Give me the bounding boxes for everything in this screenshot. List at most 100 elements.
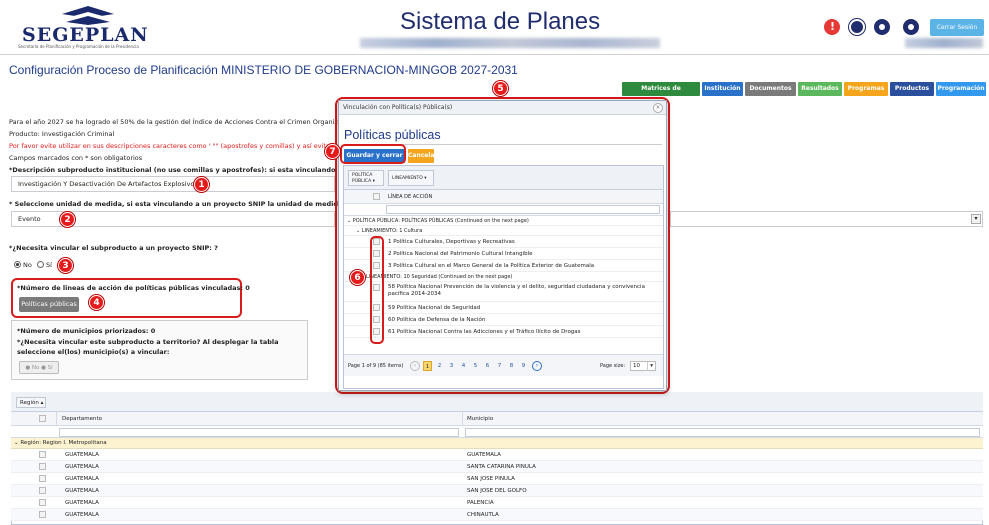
page-1-button[interactable]: 1 xyxy=(423,361,432,371)
cell-municipio: GUATEMALA xyxy=(467,452,501,458)
page-4-button[interactable]: 4 xyxy=(459,361,468,371)
page-2-button[interactable]: 2 xyxy=(435,361,444,371)
page-title: Configuración Proceso de Planificación M… xyxy=(9,63,518,77)
cell-municipio: PALENCIA xyxy=(467,500,494,506)
row-checkbox[interactable] xyxy=(39,451,46,458)
col-header-departamento[interactable]: Departamento xyxy=(62,416,102,422)
nav-productos-button[interactable]: Productos xyxy=(890,82,934,96)
settings-icon[interactable] xyxy=(903,19,919,35)
policy-item: 59 Política Nacional de Seguridad xyxy=(388,305,481,311)
page-7-button[interactable]: 7 xyxy=(495,361,504,371)
warning-text: Por favor evite utilizar en sus descripc… xyxy=(9,142,358,150)
policy-select-all-checkbox[interactable] xyxy=(373,193,380,200)
nav-resultados-button[interactable]: Resultados xyxy=(798,82,842,96)
cell-municipio: CHINAUTLA xyxy=(467,512,499,518)
cell-municipio: SAN JOSE DEL GOLFO xyxy=(467,488,527,494)
nav-programacion-button[interactable]: Programación xyxy=(936,82,986,96)
snip-si-radio[interactable] xyxy=(37,261,44,268)
required-note: Campos marcados con * son obligatorios xyxy=(9,154,143,162)
cell-municipio: SANTA CATARINA PINULA xyxy=(467,464,536,470)
cell-departamento: GUATEMALA xyxy=(65,464,99,470)
nav-programas-button[interactable]: Programas xyxy=(844,82,888,96)
page-size-select[interactable]: 10 ▾ xyxy=(630,361,656,371)
policy-item: 1 Política Culturales, Deportivas y Recr… xyxy=(388,239,515,245)
col-header-municipio[interactable]: Municipio xyxy=(467,416,493,422)
group-lin10-label: LINEAMIENTO: 10 Seguridad (Continued on … xyxy=(366,274,513,280)
select-all-checkbox[interactable] xyxy=(39,415,46,422)
page-5-button[interactable]: 5 xyxy=(471,361,480,371)
annotation-badge-3: 3 xyxy=(58,258,73,273)
territory-label-1: *¿Necesita vincular este subproducto a t… xyxy=(17,338,279,346)
policy-item: 60 Política de Defensa de la Nación xyxy=(388,317,486,323)
filter-departamento-input[interactable] xyxy=(59,428,459,437)
messages-icon[interactable] xyxy=(849,19,865,35)
region-group-row[interactable] xyxy=(11,438,983,449)
policy-item: 61 Política Nacional Contra las Adiccion… xyxy=(388,329,581,335)
group-chip-politica[interactable]: POLÍTICA PÚBLICA ▾ xyxy=(348,170,384,186)
cell-departamento: GUATEMALA xyxy=(65,452,99,458)
snip-si-label: Sí xyxy=(46,261,52,269)
row-checkbox[interactable] xyxy=(39,475,46,482)
nav-institucion-button[interactable]: Institución xyxy=(702,82,743,96)
annotation-badge-5: 5 xyxy=(493,81,508,96)
policy-filter-input[interactable] xyxy=(386,205,660,214)
intro-text: Para el año 2027 se ha logrado el 50% de… xyxy=(9,118,366,126)
product-label: Producto: Investigación Criminal xyxy=(9,130,115,138)
page-8-button[interactable]: 8 xyxy=(507,361,516,371)
redacted-strip xyxy=(360,38,660,48)
app-title: Sistema de Planes xyxy=(400,8,601,35)
policy-item: 3 Política Cultural en el Marco General … xyxy=(388,263,595,269)
policy-item: 2 Política Nacional del Patrimonio Cultu… xyxy=(388,251,533,257)
annotation-badge-6: 6 xyxy=(350,270,365,285)
filter-municipio-input[interactable] xyxy=(465,428,980,437)
cell-departamento: GUATEMALA xyxy=(65,488,99,494)
group-lin1-label: ⌄ LINEAMIENTO: 1 Cultura xyxy=(356,228,423,234)
alert-icon[interactable] xyxy=(824,19,840,35)
toggle-no-label: No xyxy=(31,365,40,371)
snip-label: *¿Necesita vincular el subproducto a un … xyxy=(9,244,218,252)
description-input[interactable]: Investigación Y Desactivación De Artefac… xyxy=(11,176,335,192)
row-checkbox[interactable] xyxy=(39,511,46,518)
next-page-icon[interactable]: › xyxy=(532,361,542,371)
page-6-button[interactable]: 6 xyxy=(483,361,492,371)
cell-municipio: SAN JOSE PINULA xyxy=(467,476,515,482)
group-chip-lineamiento[interactable]: LINEAMIENTO ▾ xyxy=(388,170,434,186)
toggle-si-label: Sí xyxy=(47,365,53,371)
cell-departamento: GUATEMALA xyxy=(65,500,99,506)
group-chip-region[interactable]: Región ▴ xyxy=(16,397,46,408)
modal-heading: Políticas públicas xyxy=(344,128,441,142)
close-icon[interactable]: × xyxy=(653,103,663,113)
muni-count-label: *Número de municipios priorizados: 0 xyxy=(17,327,156,335)
policy-pager: Page 1 of 9 (85 items) ‹ 1 2 3 4 5 6 7 8… xyxy=(344,354,663,376)
nav-documentos-button[interactable]: Documentos xyxy=(745,82,796,96)
row-checkbox[interactable] xyxy=(39,463,46,470)
annotation-badge-1: 1 xyxy=(194,177,209,192)
politicas-publicas-button[interactable]: Políticas públicas xyxy=(19,297,79,312)
modal-window-title: Vinculación con Política(s) Pública(s) xyxy=(343,104,453,111)
page-9-button[interactable]: 9 xyxy=(519,361,528,371)
checkbox-highlight xyxy=(370,236,384,344)
row-checkbox[interactable] xyxy=(39,499,46,506)
user-icon[interactable] xyxy=(874,19,890,35)
logout-button[interactable]: Cerrar Sesión xyxy=(930,19,984,36)
territory-toggle[interactable]: ● No ● Sí xyxy=(19,361,59,374)
table-row[interactable] xyxy=(11,497,983,509)
page-3-button[interactable]: 3 xyxy=(447,361,456,371)
redacted-user xyxy=(905,38,983,48)
page-size-value: 10 xyxy=(633,363,640,369)
prev-page-icon[interactable]: ‹ xyxy=(410,361,420,371)
cancel-button[interactable]: Cancelar xyxy=(408,149,437,163)
snip-no-radio[interactable] xyxy=(14,261,21,268)
page-size-label: Page size: xyxy=(600,363,626,369)
cell-departamento: GUATEMALA xyxy=(65,512,99,518)
group-politica-text: POLÍTICA PÚBLICA: POLÍTICAS PÚBLICAS (Co… xyxy=(352,218,529,224)
chevron-down-icon[interactable]: ▾ xyxy=(971,214,981,224)
grid-group-panel xyxy=(11,392,983,412)
unit-select-extension[interactable] xyxy=(670,211,983,227)
chevron-down-icon: ▾ xyxy=(647,362,655,371)
nav-matrices-button[interactable]: Matrices de vinculación xyxy=(622,82,700,106)
col-header-linea[interactable]: LÍNEA DE ACCIÓN xyxy=(388,194,432,200)
row-checkbox[interactable] xyxy=(39,487,46,494)
group-chip-politica-label: POLÍTICA PÚBLICA xyxy=(352,173,373,184)
group-lin1-text: LINEAMIENTO: 1 Cultura xyxy=(361,228,423,234)
